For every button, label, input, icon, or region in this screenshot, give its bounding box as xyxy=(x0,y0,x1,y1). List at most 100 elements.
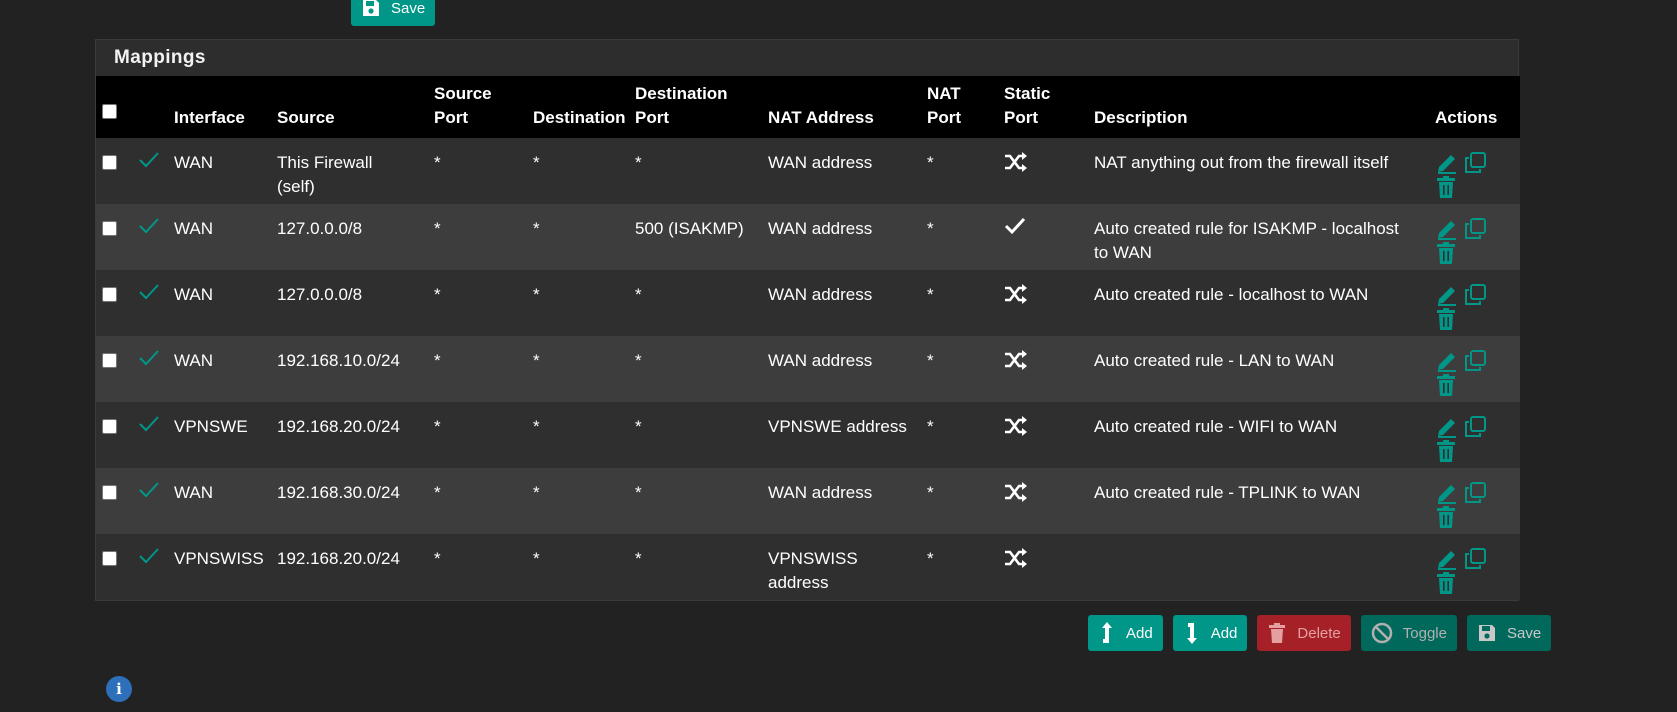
col-destination[interactable]: Destination xyxy=(527,76,629,138)
add-top-button[interactable]: Add xyxy=(1088,615,1163,651)
col-description[interactable]: Description xyxy=(1088,76,1429,138)
cell-source: 127.0.0.0/8 xyxy=(277,285,363,304)
table-row[interactable]: WAN 127.0.0.0/8 * * * WAN address * Auto create… xyxy=(96,270,1520,336)
enabled-check-icon xyxy=(138,548,160,568)
cell-nat-address: WAN address xyxy=(768,219,873,238)
trash-icon[interactable] xyxy=(1435,175,1463,199)
save-button[interactable]: Save xyxy=(1466,615,1552,651)
col-static-port[interactable]: Static Port xyxy=(998,76,1088,138)
cell-interface: VPNSWE xyxy=(174,417,248,436)
cell-description: NAT anything out from the firewall itsel… xyxy=(1094,153,1389,172)
trash-icon[interactable] xyxy=(1435,571,1463,595)
col-nat-port[interactable]: NAT Port xyxy=(921,76,998,138)
cell-description: Auto created rule for ISAKMP - localhost… xyxy=(1094,219,1399,262)
col-source[interactable]: Source xyxy=(271,76,428,138)
table-row[interactable]: VPNSWISS 192.168.20.0/24 * * * VPNSWISS addres… xyxy=(96,534,1520,600)
cell-nat-address: VPNSWE address xyxy=(768,417,907,436)
cell-source: This Firewall (self) xyxy=(277,153,373,196)
cell-source-port: * xyxy=(434,351,441,370)
select-all-checkbox[interactable] xyxy=(102,104,117,119)
cell-destination-port: 500 (ISAKMP) xyxy=(635,219,744,238)
table-row[interactable]: VPNSWE 192.168.20.0/24 * * * VPNSWE address * A… xyxy=(96,402,1520,468)
cell-destination-port: * xyxy=(635,285,642,304)
cell-source-port: * xyxy=(434,483,441,502)
trash-icon[interactable] xyxy=(1435,505,1463,529)
copy-icon[interactable] xyxy=(1463,283,1491,307)
cell-destination: * xyxy=(533,285,540,304)
toggle-label: Toggle xyxy=(1402,624,1447,642)
shuffle-icon xyxy=(1004,284,1028,309)
copy-icon[interactable] xyxy=(1463,547,1491,571)
row-checkbox[interactable] xyxy=(102,419,117,434)
cell-actions xyxy=(1429,468,1520,534)
copy-icon[interactable] xyxy=(1463,151,1491,175)
copy-icon[interactable] xyxy=(1463,349,1491,373)
row-checkbox[interactable] xyxy=(102,221,117,236)
edit-pencil-icon[interactable] xyxy=(1435,547,1463,571)
cell-description: Auto created rule - localhost to WAN xyxy=(1094,285,1369,304)
trash-icon[interactable] xyxy=(1435,439,1463,463)
save-label: Save xyxy=(1506,624,1542,642)
trash-icon[interactable] xyxy=(1435,307,1463,331)
cell-nat-port: * xyxy=(927,153,934,172)
bottom-toolbar: Add Add Delete Toggle Save xyxy=(1088,615,1552,651)
cell-source-port: * xyxy=(434,153,441,172)
cell-interface: VPNSWISS xyxy=(174,549,264,568)
edit-pencil-icon[interactable] xyxy=(1435,415,1463,439)
trash-icon xyxy=(1267,622,1287,644)
trash-icon[interactable] xyxy=(1435,241,1463,265)
row-checkbox[interactable] xyxy=(102,485,117,500)
cell-source: 127.0.0.0/8 xyxy=(277,219,363,238)
row-checkbox[interactable] xyxy=(102,551,117,566)
edit-pencil-icon[interactable] xyxy=(1435,481,1463,505)
add-bottom-button[interactable]: Add xyxy=(1172,615,1248,651)
cell-source-port: * xyxy=(434,417,441,436)
enabled-check-icon xyxy=(138,284,160,304)
edit-pencil-icon[interactable] xyxy=(1435,349,1463,373)
edit-pencil-icon[interactable] xyxy=(1435,151,1463,175)
col-interface[interactable]: Interface xyxy=(168,76,271,138)
table-row[interactable]: WAN 192.168.30.0/24 * * * WAN address * Auto cr… xyxy=(96,468,1520,534)
arrow-up-icon xyxy=(1098,621,1116,645)
cell-destination: * xyxy=(533,153,540,172)
delete-button[interactable]: Delete xyxy=(1257,615,1351,651)
row-checkbox[interactable] xyxy=(102,287,117,302)
col-destination-port[interactable]: Destination Port xyxy=(629,76,762,138)
toggle-button[interactable]: Toggle xyxy=(1360,615,1457,651)
table-row[interactable]: WAN 192.168.10.0/24 * * * WAN address * Auto cr… xyxy=(96,336,1520,402)
edit-pencil-icon[interactable] xyxy=(1435,283,1463,307)
copy-icon[interactable] xyxy=(1463,415,1491,439)
cell-destination: * xyxy=(533,483,540,502)
top-save-button[interactable]: Save xyxy=(351,0,436,26)
row-checkbox[interactable] xyxy=(102,353,117,368)
col-source-port[interactable]: Source Port xyxy=(428,76,527,138)
cell-source: 192.168.10.0/24 xyxy=(277,351,400,370)
cell-description: Auto created rule - TPLINK to WAN xyxy=(1094,483,1361,502)
table-row[interactable]: WAN 127.0.0.0/8 * * 500 (ISAKMP) WAN address *… xyxy=(96,204,1520,270)
add-bottom-label: Add xyxy=(1210,624,1238,642)
col-nat-address[interactable]: NAT Address xyxy=(762,76,921,138)
cell-static-port xyxy=(998,138,1088,204)
cell-interface: WAN xyxy=(174,483,214,502)
cell-actions xyxy=(1429,534,1520,600)
enabled-check-icon xyxy=(138,482,160,502)
cell-nat-port: * xyxy=(927,219,934,238)
cell-actions xyxy=(1429,336,1520,402)
cell-actions xyxy=(1429,402,1520,468)
cell-actions xyxy=(1429,270,1520,336)
row-checkbox[interactable] xyxy=(102,155,117,170)
col-actions: Actions xyxy=(1435,108,1498,127)
copy-icon[interactable] xyxy=(1463,217,1491,241)
trash-icon[interactable] xyxy=(1435,373,1463,397)
info-icon[interactable]: i xyxy=(106,676,132,702)
cell-source: 192.168.20.0/24 xyxy=(277,417,400,436)
enabled-check-icon xyxy=(138,218,160,238)
enabled-check-icon xyxy=(138,152,160,172)
add-top-label: Add xyxy=(1126,624,1153,642)
mappings-table: Interface Source Source Port Destination … xyxy=(96,76,1520,600)
edit-pencil-icon[interactable] xyxy=(1435,217,1463,241)
table-row[interactable]: WAN This Firewall (self) * * * WAN address * NAT… xyxy=(96,138,1520,204)
copy-icon[interactable] xyxy=(1463,481,1491,505)
cell-source-port: * xyxy=(434,285,441,304)
cell-destination: * xyxy=(533,417,540,436)
